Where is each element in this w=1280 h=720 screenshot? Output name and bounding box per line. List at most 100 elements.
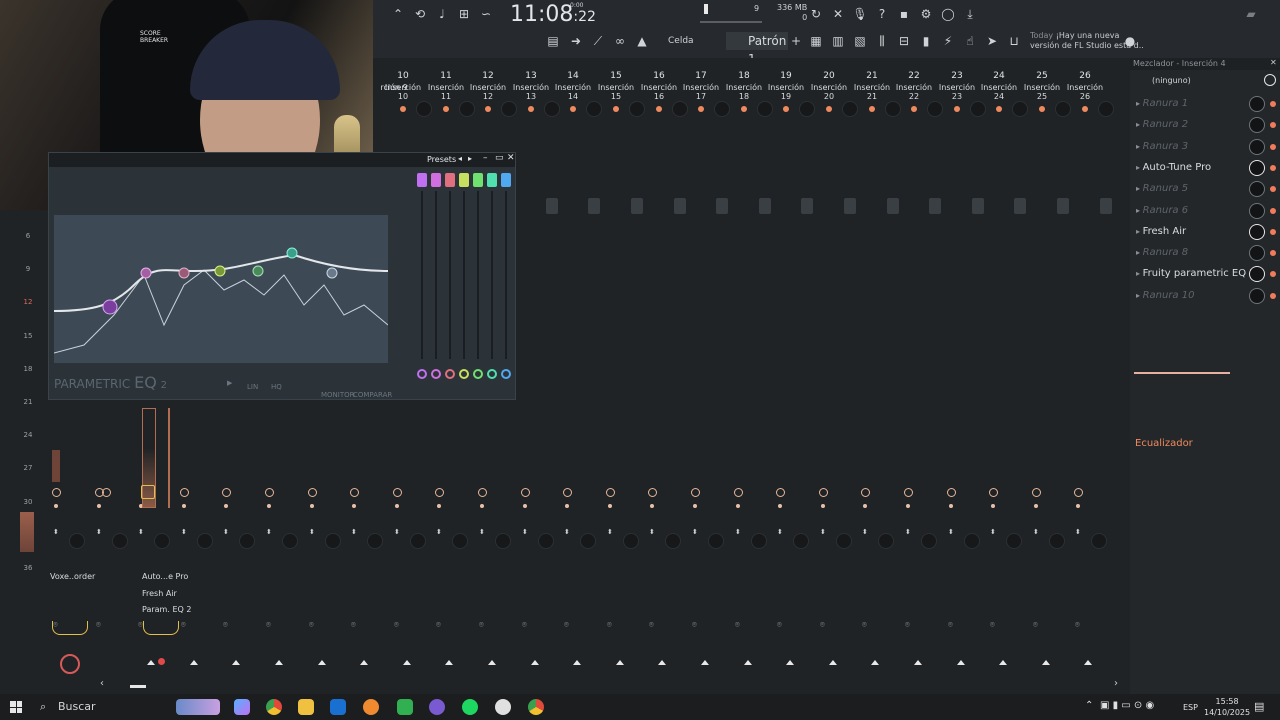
track-name[interactable]: Inserción 17: [679, 83, 723, 101]
fx-slot-enable-led[interactable]: [1270, 143, 1276, 150]
track-volume-fader[interactable]: [801, 198, 813, 214]
track-stepper-icon[interactable]: ⬍: [1033, 528, 1039, 536]
send-icon[interactable]: ➤: [984, 33, 1000, 49]
touch-icon[interactable]: ☝: [962, 33, 978, 49]
track-pan-knob[interactable]: [417, 102, 431, 116]
track-stepper-icon[interactable]: ⬍: [862, 528, 868, 536]
track-send-ring[interactable]: [861, 488, 870, 497]
track-mic-icon[interactable]: ⌾: [1033, 620, 1038, 630]
stamp-icon[interactable]: ▲: [634, 33, 650, 49]
preset-prev-icon[interactable]: ◂: [458, 154, 462, 163]
track-send-ring[interactable]: [435, 488, 444, 497]
track-send-ring[interactable]: [1074, 488, 1083, 497]
master-volume-slider[interactable]: [700, 21, 762, 23]
route-indicator-1[interactable]: [52, 621, 88, 635]
notifications-icon[interactable]: ▤: [1254, 700, 1264, 713]
step-edit-icon[interactable]: ♩: [434, 6, 450, 22]
track-stepper-icon[interactable]: ⬍: [479, 528, 485, 536]
track-pan-knob[interactable]: [971, 102, 985, 116]
track-mute-led[interactable]: [741, 106, 747, 112]
track-mic-icon[interactable]: ⌾: [948, 620, 953, 630]
track-stereo-knob[interactable]: [411, 534, 425, 548]
track-record-led[interactable]: [991, 504, 995, 508]
track-stereo-knob[interactable]: [794, 534, 808, 548]
track-stepper-icon[interactable]: ⬍: [905, 528, 911, 536]
track-stereo-knob[interactable]: [581, 534, 595, 548]
track-stepper-icon[interactable]: ⬍: [181, 528, 187, 536]
track-stereo-knob[interactable]: [752, 534, 766, 548]
chrome-profile-icon[interactable]: [528, 699, 544, 715]
track-send-ring[interactable]: [265, 488, 274, 497]
eq-band-7-handle[interactable]: [326, 267, 338, 279]
track-name[interactable]: Inserción 13: [509, 83, 553, 101]
track-stepper-icon[interactable]: ⬍: [692, 528, 698, 536]
eq-band-gain-slider[interactable]: [477, 191, 479, 359]
plug-icon[interactable]: ⚡: [940, 33, 956, 49]
track-stereo-knob[interactable]: [326, 534, 340, 548]
track-mic-icon[interactable]: ⌾: [436, 620, 441, 630]
cell-label[interactable]: Celda: [668, 36, 694, 46]
track-stereo-knob[interactable]: [879, 534, 893, 548]
track-volume-fader[interactable]: [716, 198, 728, 214]
track-stepper-icon[interactable]: ⬍: [266, 528, 272, 536]
track-mute-led[interactable]: [528, 106, 534, 112]
eq-band-width-knob[interactable]: [445, 369, 455, 379]
track-send-ring[interactable]: [776, 488, 785, 497]
fx-slot-enable-led[interactable]: [1270, 207, 1276, 214]
track-mic-icon[interactable]: ⌾: [735, 620, 740, 630]
track-mic-icon[interactable]: ⌾: [181, 620, 186, 630]
pattern-add-icon[interactable]: +: [788, 33, 804, 49]
eq-band-width-knob[interactable]: [459, 369, 469, 379]
track-mic-icon[interactable]: ⌾: [351, 620, 356, 630]
download-icon[interactable]: ⤓: [962, 6, 978, 22]
track-name[interactable]: Inserción 23: [935, 83, 979, 101]
track-stepper-icon[interactable]: ⬍: [309, 528, 315, 536]
track-stereo-knob[interactable]: [155, 534, 169, 548]
track-volume-fader[interactable]: [929, 198, 941, 214]
track-record-led[interactable]: [395, 504, 399, 508]
track-stepper-icon[interactable]: ⬍: [990, 528, 996, 536]
track-volume-fader[interactable]: [674, 198, 686, 214]
track-send-2[interactable]: [102, 488, 111, 497]
track-record-led[interactable]: [224, 504, 228, 508]
track-pan-knob[interactable]: [886, 102, 900, 116]
chrome-icon[interactable]: [266, 699, 282, 715]
track-stereo-knob[interactable]: [624, 534, 638, 548]
fx-slot[interactable]: ▸ Ranura 8: [1136, 243, 1256, 263]
track-stepper-icon[interactable]: ⬍: [564, 528, 570, 536]
fx-slot-mix-knob[interactable]: [1250, 224, 1264, 239]
plugin-icon[interactable]: ⚙: [918, 6, 934, 22]
eq-band-tag[interactable]: [459, 173, 469, 187]
track-mic-icon[interactable]: ⌾: [564, 620, 569, 630]
track-record-led[interactable]: [693, 504, 697, 508]
fx-slot-enable-led[interactable]: [1270, 186, 1276, 193]
track-name[interactable]: Inserción 16: [637, 83, 681, 101]
track-stepper-icon[interactable]: ⬍: [948, 528, 954, 536]
track-send-ring[interactable]: [904, 488, 913, 497]
eq-band-2-handle[interactable]: [140, 267, 152, 279]
track-record-led[interactable]: [863, 504, 867, 508]
loop-record-icon[interactable]: ⟲: [412, 6, 428, 22]
fx-slot-mix-knob[interactable]: [1250, 203, 1264, 218]
track-route-arrow-icon[interactable]: [616, 660, 624, 665]
minimize-icon[interactable]: –: [483, 153, 488, 163]
mixer-icon[interactable]: ⫼: [874, 33, 890, 49]
track-mute-led[interactable]: [443, 106, 449, 112]
track-route-arrow-icon[interactable]: [403, 660, 411, 665]
tray-icons[interactable]: ▣ ▮ ▭ ⊙ ◉: [1100, 700, 1154, 711]
track-record-led[interactable]: [736, 504, 740, 508]
track-send-ring[interactable]: [180, 488, 189, 497]
track-record-led[interactable]: [1076, 504, 1080, 508]
monitor-button[interactable]: MONITOR: [321, 391, 355, 399]
track-pan-knob[interactable]: [1099, 102, 1113, 116]
track-send-4-selected[interactable]: [141, 485, 155, 499]
track-mute-led[interactable]: [954, 106, 960, 112]
hq-button[interactable]: HQ: [271, 383, 282, 391]
spotify-icon[interactable]: [462, 699, 478, 715]
track-mute-led[interactable]: [1082, 106, 1088, 112]
track-mic-icon[interactable]: ⌾: [479, 620, 484, 630]
eq-frequency-graph[interactable]: [53, 215, 389, 363]
track-send-ring[interactable]: [350, 488, 359, 497]
taskbar-search[interactable]: ⌕ Buscar: [34, 697, 174, 717]
fx-slot-mix-knob[interactable]: [1250, 182, 1264, 197]
